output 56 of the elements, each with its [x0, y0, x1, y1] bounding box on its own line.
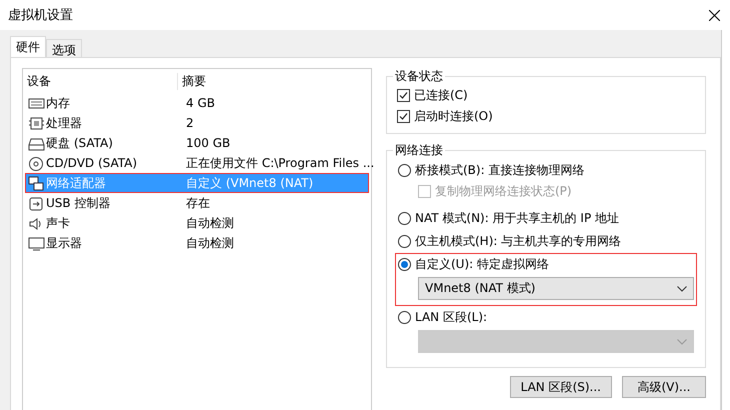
device-name: 处理器 [46, 114, 82, 132]
radio-label: NAT 模式(N): 用于共享主机的 IP 地址 [415, 210, 619, 227]
device-name: 网络适配器 [46, 174, 106, 192]
tab[interactable]: 硬件 [10, 36, 46, 57]
device-summary: 100 GB [185, 136, 232, 150]
column-header[interactable]: 摘要 [177, 72, 371, 90]
radio-label: 自定义(U): 特定虚拟网络 [415, 256, 550, 273]
chip-icon [28, 116, 45, 130]
radio-label: 桥接模式(B): 直接连接物理网络 [415, 162, 584, 179]
group-title: 设备状态 [394, 68, 444, 85]
device-summary: 4 GB [185, 96, 216, 110]
dialog-button[interactable]: LAN 区段(S)... [510, 376, 612, 398]
checkbox-label: 复制物理网络连接状态(P) [435, 183, 572, 200]
device-row[interactable]: 显示器 自动检测 [25, 233, 369, 253]
network-icon [28, 176, 45, 190]
device-summary: 自动检测 [185, 234, 235, 252]
device-summary: 自定义 (VMnet8 (NAT) [185, 174, 314, 192]
device-row[interactable]: 处理器 2 [25, 113, 369, 133]
radio-button[interactable] [398, 212, 411, 225]
usb-icon [28, 196, 45, 210]
group-title: 网络连接 [394, 142, 444, 159]
device-summary: 自动检测 [185, 214, 235, 232]
device-name: 硬盘 (SATA) [46, 134, 113, 152]
column-header[interactable]: 设备 [23, 72, 177, 90]
window-title: 虚拟机设置 [8, 7, 73, 24]
device-name: USB 控制器 [46, 194, 110, 212]
device-row[interactable]: USB 控制器 存在 [25, 193, 369, 213]
device-name: CD/DVD (SATA) [46, 156, 138, 170]
device-name: 显示器 [46, 234, 82, 252]
device-summary: 正在使用文件 C:\Program Files ... [185, 154, 374, 172]
dialog-button[interactable]: 高级(V)... [622, 376, 706, 398]
chevron-icon [677, 286, 687, 292]
checkbox[interactable] [397, 110, 410, 123]
chevron-icon [677, 338, 687, 344]
radio-button[interactable] [398, 164, 411, 177]
close-icon[interactable] [709, 10, 720, 20]
radio-button[interactable] [398, 258, 411, 271]
disc-icon [28, 156, 45, 170]
dropdown[interactable]: VMnet8 (NAT 模式) [418, 277, 694, 300]
radio-button[interactable] [398, 311, 411, 324]
radio-label: 仅主机模式(H): 与主机共享的专用网络 [415, 233, 622, 250]
device-row[interactable]: 硬盘 (SATA) 100 GB [25, 133, 369, 153]
device-row[interactable]: 声卡 自动检测 [25, 213, 369, 233]
checkbox[interactable] [397, 89, 410, 102]
device-name: 内存 [46, 94, 70, 112]
monitor-icon [28, 236, 45, 250]
tab[interactable]: 选项 [46, 39, 82, 57]
memory-icon [28, 96, 45, 110]
device-row[interactable]: 内存 4 GB [25, 93, 369, 113]
device-summary: 2 [185, 116, 195, 130]
checkbox-label: 已连接(C) [414, 87, 468, 104]
device-name: 声卡 [46, 214, 70, 232]
checkbox-label: 启动时连接(O) [414, 108, 493, 125]
device-summary: 存在 [185, 194, 211, 212]
radio-button[interactable] [398, 235, 411, 248]
radio-label: LAN 区段(L): [415, 309, 488, 326]
